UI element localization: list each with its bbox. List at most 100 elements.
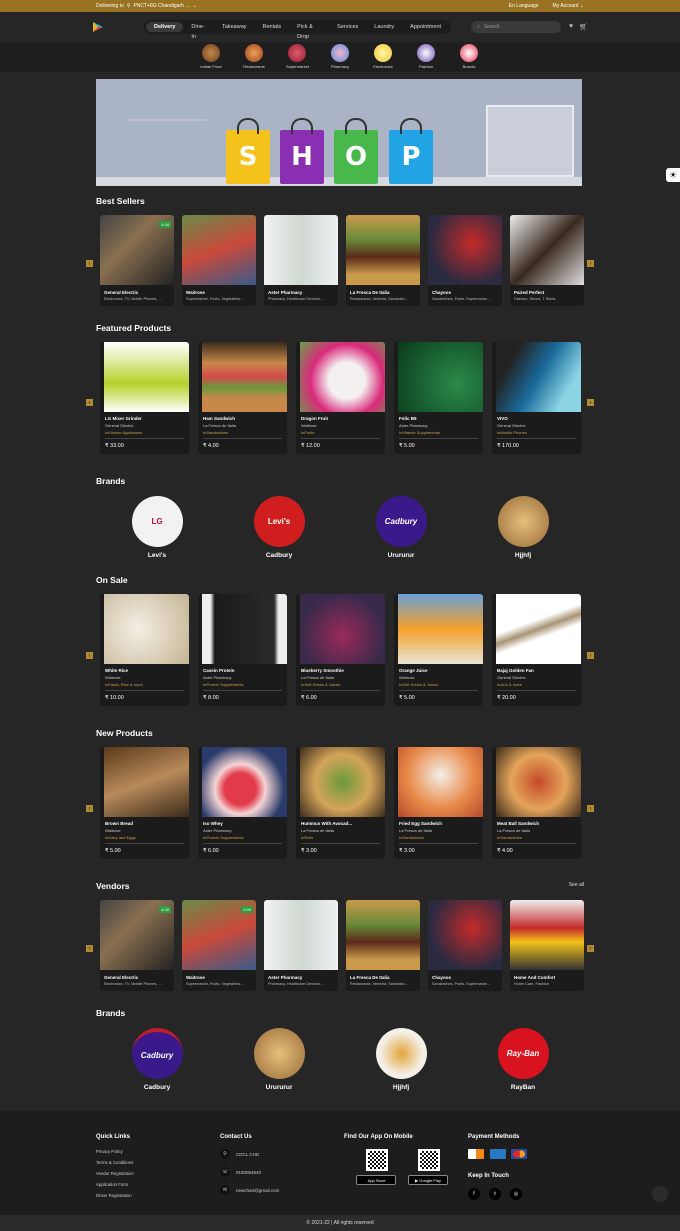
product-category: InDairy and Eggs: [105, 833, 184, 844]
product-name: Iso Whey: [203, 821, 223, 826]
featured-next-arrow-icon[interactable]: ›: [587, 399, 594, 406]
product-card[interactable]: Blueberry Smoothie La Fresca de Italia InS…: [296, 594, 385, 706]
category-image: [202, 44, 220, 62]
store-card[interactable]: 4.04 General Electric Electronics, TV, Mob…: [100, 215, 174, 306]
store-card[interactable]: 4.00 General Electric Electronics, TV, Mob…: [100, 900, 174, 991]
category-pharmacy[interactable]: Pharmacy: [329, 44, 351, 72]
store-card[interactable]: Aster Pharmacy Pharmacy, Healthcare Devic…: [264, 215, 338, 306]
category-brands[interactable]: Brands: [458, 44, 480, 72]
tab-delivery[interactable]: Delivery: [146, 22, 184, 32]
store-card[interactable]: La Fresca De Italia Restaurants, Venezia,…: [346, 215, 420, 306]
vendors-prev-arrow-icon[interactable]: ‹: [86, 945, 93, 952]
store-card[interactable]: Chayoos Sandwiches, Fruits, Supermarke...: [428, 215, 502, 306]
brands-title: Brands: [96, 476, 126, 486]
product-card[interactable]: Casein Protein Aster Pharmacy InProtein Su…: [198, 594, 287, 706]
product-category: InFruits: [301, 428, 380, 439]
google-play-label: Google Play: [419, 1177, 441, 1183]
on-sale-next-arrow-icon[interactable]: ›: [587, 652, 594, 659]
store-card[interactable]: 0.00 Waitrose Supermarket, Fruits, Vegetab…: [182, 900, 256, 991]
store-card[interactable]: Home And Comfort Home Care, Fashion: [510, 900, 584, 991]
store-tags: Home Care, Fashion: [514, 982, 550, 986]
product-category: InRolls: [301, 833, 380, 844]
brand-item[interactable]: Hjjhfj: [371, 1028, 431, 1091]
product-card[interactable]: Bajaj Golden Fan General Electric InACs & …: [492, 594, 581, 706]
category-label: Fashion: [418, 64, 434, 69]
tab-services[interactable]: Services: [329, 22, 366, 32]
brand-logo: [375, 1028, 427, 1079]
app-store-button[interactable]: App Store: [356, 1175, 396, 1185]
product-card[interactable]: Ham Sandwich La Fresca de Italia InSandwic…: [198, 342, 287, 454]
product-card[interactable]: Fried Egg Sandwich La Fresca de Italia InS…: [394, 747, 483, 859]
quick-links: Quick Links Privacy Policy Terms & Condi…: [96, 1134, 134, 1204]
footer-link-privacy[interactable]: Privacy Policy: [96, 1149, 134, 1154]
product-card[interactable]: Iso Whey Aster Pharmacy InProtein Suppleme…: [198, 747, 287, 859]
footer-link-vendor-registration[interactable]: Vendor Registration: [96, 1171, 134, 1176]
scroll-to-top-button[interactable]: [652, 1186, 668, 1202]
instagram-icon[interactable]: ◎: [510, 1188, 522, 1200]
logo[interactable]: [92, 21, 104, 33]
tab-laundry[interactable]: Laundry: [366, 22, 402, 32]
footer-link-driver-registration[interactable]: Driver Registration: [96, 1193, 134, 1198]
featured-prev-arrow-icon[interactable]: ‹: [86, 399, 93, 406]
store-card[interactable]: La Fresca De Italia Restaurants, Venezia,…: [346, 900, 420, 991]
brand-item[interactable]: Ray-Ban RayBan: [493, 1028, 553, 1091]
location-selector[interactable]: Delivering to ⚲ PNCT+8G Chandigarh ... ⌄: [96, 3, 197, 9]
contact-title: Contact Us: [220, 1134, 252, 1140]
brand-item[interactable]: Hjjhfj: [493, 496, 553, 559]
brand-name: Cadbury: [265, 552, 293, 559]
tab-takeaway[interactable]: Takeaway: [214, 22, 254, 32]
contact-email[interactable]: ✉ newchart@gmail.com: [220, 1185, 279, 1195]
language-selector[interactable]: En Language: [509, 3, 539, 9]
product-card[interactable]: Hummus With Avocad... La Fresca de Italia…: [296, 747, 385, 859]
category-electronics[interactable]: Electronics: [372, 44, 394, 72]
category-supermarket[interactable]: Supermarket: [286, 44, 309, 72]
tab-pick-drop[interactable]: Pick & Drop: [289, 22, 329, 40]
product-price: ₹ 6.00: [203, 848, 219, 854]
brand-item[interactable]: Cadbury Urururur: [371, 496, 431, 559]
google-play-button[interactable]: ▶ Google Play: [408, 1175, 448, 1185]
cart-icon[interactable]: 🛒︎: [579, 23, 588, 31]
facebook-icon[interactable]: f: [468, 1188, 480, 1200]
theme-toggle-sun-icon[interactable]: ☀: [666, 168, 680, 182]
product-card[interactable]: VIVO General Electric InMobile Phones ₹ 170…: [492, 342, 581, 454]
heart-icon[interactable]: ♥: [569, 23, 573, 31]
on-sale-prev-arrow-icon[interactable]: ‹: [86, 652, 93, 659]
new-products-prev-arrow-icon[interactable]: ‹: [86, 805, 93, 812]
product-card[interactable]: Meat Ball Sandwich La Fresca de Italia InS…: [492, 747, 581, 859]
product-card[interactable]: Brown Bread Waitrose InDairy and Eggs ₹ 5.0…: [100, 747, 189, 859]
see-all-link[interactable]: See all: [569, 882, 584, 888]
search-input[interactable]: ⌕ Search: [471, 21, 561, 33]
category-fashion[interactable]: Fashion: [415, 44, 437, 72]
footer-link-terms[interactable]: Terms & Conditions: [96, 1160, 134, 1165]
vendors-next-arrow-icon[interactable]: ›: [587, 945, 594, 952]
brand-item[interactable]: Levi's Cadbury: [249, 496, 309, 559]
contact-phone[interactable]: ☏ 9150054840: [220, 1167, 279, 1177]
tab-dine-in[interactable]: Dine-In: [183, 22, 214, 40]
product-card[interactable]: White Rice Waitrose InPasta, Rice & more ₹ …: [100, 594, 189, 706]
brand-item[interactable]: Urururur: [249, 1028, 309, 1091]
hero-banner[interactable]: S H O P: [96, 79, 582, 186]
footer-link-application-form[interactable]: Application Form: [96, 1182, 134, 1187]
twitter-icon[interactable]: 𝕥: [489, 1188, 501, 1200]
best-sellers-prev-arrow-icon[interactable]: ‹: [86, 260, 93, 267]
brand-item[interactable]: Cadbury Cadbury: [127, 1028, 187, 1091]
store-card[interactable]: Aster Pharmacy Pharmacy, Healthcare Devic…: [264, 900, 338, 991]
store-image: [428, 215, 502, 285]
product-card[interactable]: Folic B9 Aster Pharmacy InVitamin Suppleme…: [394, 342, 483, 454]
store-card[interactable]: Paired Perfect Fashion, Shoes, T Shirts: [510, 215, 584, 306]
store-card[interactable]: Chayoos Sandwiches, Fruits, Supermarke...: [428, 900, 502, 991]
category-restaurants[interactable]: Restaurants: [243, 44, 265, 72]
product-category: InSandwiches: [203, 428, 282, 439]
tab-rentals[interactable]: Rentals: [255, 22, 290, 32]
product-image: [300, 594, 385, 664]
tab-appointment[interactable]: Appointment: [402, 22, 449, 32]
brand-item[interactable]: LG Levi's: [127, 496, 187, 559]
product-card[interactable]: LG Mixer Grinder General Electric InKitche…: [100, 342, 189, 454]
product-card[interactable]: Orange Juice Waitrose InSoft Drinks & Juic…: [394, 594, 483, 706]
store-card[interactable]: Waitrose Supermarket, Fruits, Vegetables.…: [182, 215, 256, 306]
best-sellers-next-arrow-icon[interactable]: ›: [587, 260, 594, 267]
account-menu[interactable]: My Account ⌄: [553, 3, 584, 9]
product-card[interactable]: Dragon Fruit Waitrose InFruits ₹ 12.00: [296, 342, 385, 454]
category-indian-food[interactable]: Indian Food: [200, 44, 222, 72]
new-products-next-arrow-icon[interactable]: ›: [587, 805, 594, 812]
